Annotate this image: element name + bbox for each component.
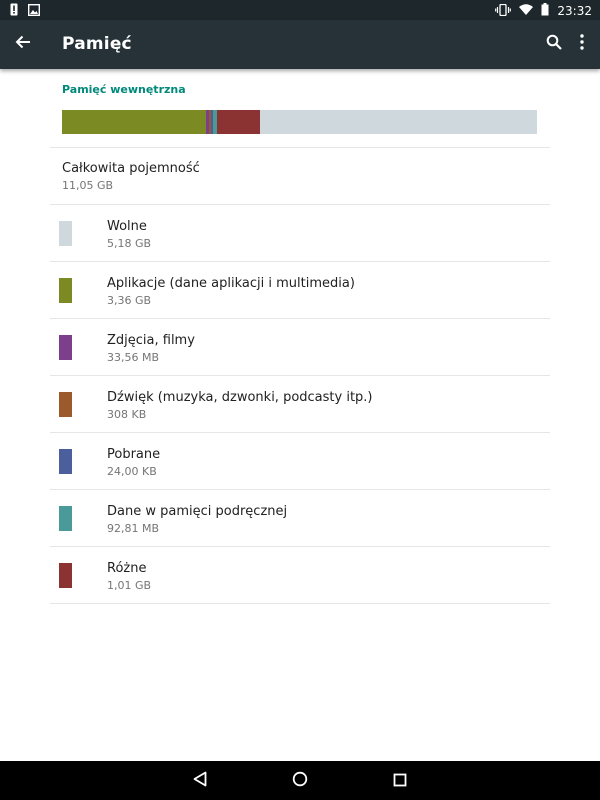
- navigation-bar: [0, 761, 600, 800]
- page-title: Pamięć: [62, 34, 132, 54]
- category-row-photos-videos[interactable]: Zdjęcia, filmy 33,56 MB: [0, 319, 600, 376]
- total-capacity-value: 11,05 GB: [62, 179, 114, 192]
- back-button[interactable]: [8, 29, 38, 59]
- category-size: 308 KB: [107, 408, 147, 421]
- category-label: Zdjęcia, filmy: [107, 333, 195, 348]
- category-label: Wolne: [107, 219, 147, 234]
- category-swatch: [59, 449, 72, 474]
- storage-bar-segment: [62, 110, 207, 134]
- total-capacity-label: Całkowita pojemność: [62, 161, 200, 176]
- vibrate-icon: [495, 3, 512, 19]
- search-button[interactable]: [542, 32, 566, 56]
- storage-usage-bar: [62, 110, 537, 134]
- category-swatch: [59, 335, 72, 360]
- alert-notification-icon: [10, 3, 18, 19]
- storage-bar-segment: [216, 110, 261, 134]
- nav-back-button[interactable]: [188, 769, 212, 793]
- category-row-audio[interactable]: Dźwięk (muzyka, dzwonki, podcasty itp.) …: [0, 376, 600, 433]
- category-label: Dźwięk (muzyka, dzwonki, podcasty itp.): [107, 390, 373, 405]
- category-row-downloads[interactable]: Pobrane 24,00 KB: [0, 433, 600, 490]
- category-label: Aplikacje (dane aplikacji i multimedia): [107, 276, 355, 291]
- category-row-cached-data[interactable]: Dane w pamięci podręcznej 92,81 MB: [0, 490, 600, 547]
- category-size: 24,00 KB: [107, 465, 157, 478]
- category-swatch: [59, 278, 72, 303]
- category-row-misc[interactable]: Różne 1,01 GB: [0, 547, 600, 604]
- back-arrow-icon: [15, 34, 31, 54]
- total-capacity-row: Całkowita pojemność 11,05 GB: [0, 148, 600, 204]
- search-icon: [546, 34, 562, 54]
- category-label: Różne: [107, 561, 147, 576]
- category-size: 5,18 GB: [107, 237, 152, 250]
- status-system: 23:32: [495, 3, 592, 19]
- section-header-internal-storage: Pamięć wewnętrzna: [62, 83, 186, 96]
- category-swatch: [59, 563, 72, 588]
- category-size: 33,56 MB: [107, 351, 160, 364]
- app-bar: Pamięć: [0, 20, 600, 69]
- category-row-free[interactable]: Wolne 5,18 GB: [0, 205, 600, 262]
- category-label: Pobrane: [107, 447, 161, 462]
- category-swatch: [59, 392, 72, 417]
- category-size: 92,81 MB: [107, 522, 160, 535]
- status-bar: 23:32: [0, 0, 600, 20]
- category-size: 3,36 GB: [107, 294, 152, 307]
- screen: 23:32 Pamięć Pamięć wewnętrzna Całkowita…: [0, 0, 600, 800]
- home-circle-icon: [292, 771, 308, 791]
- status-notifications: [10, 3, 41, 19]
- more-vert-icon: [580, 34, 584, 54]
- category-row-apps[interactable]: Aplikacje (dane aplikacji i multimedia) …: [0, 262, 600, 319]
- divider: [50, 603, 550, 604]
- recents-square-icon: [393, 772, 407, 791]
- category-swatch: [59, 221, 72, 246]
- category-size: 1,01 GB: [107, 579, 152, 592]
- status-time: 23:32: [557, 4, 592, 18]
- image-notification-icon: [27, 3, 41, 19]
- category-label: Dane w pamięci podręcznej: [107, 504, 288, 519]
- more-options-button[interactable]: [572, 32, 592, 56]
- wifi-icon: [519, 4, 534, 18]
- battery-icon: [541, 3, 549, 19]
- nav-recents-button[interactable]: [388, 769, 412, 793]
- back-triangle-icon: [193, 771, 207, 791]
- category-swatch: [59, 506, 72, 531]
- storage-content: Pamięć wewnętrzna Całkowita pojemność 11…: [0, 69, 600, 761]
- nav-home-button[interactable]: [288, 769, 312, 793]
